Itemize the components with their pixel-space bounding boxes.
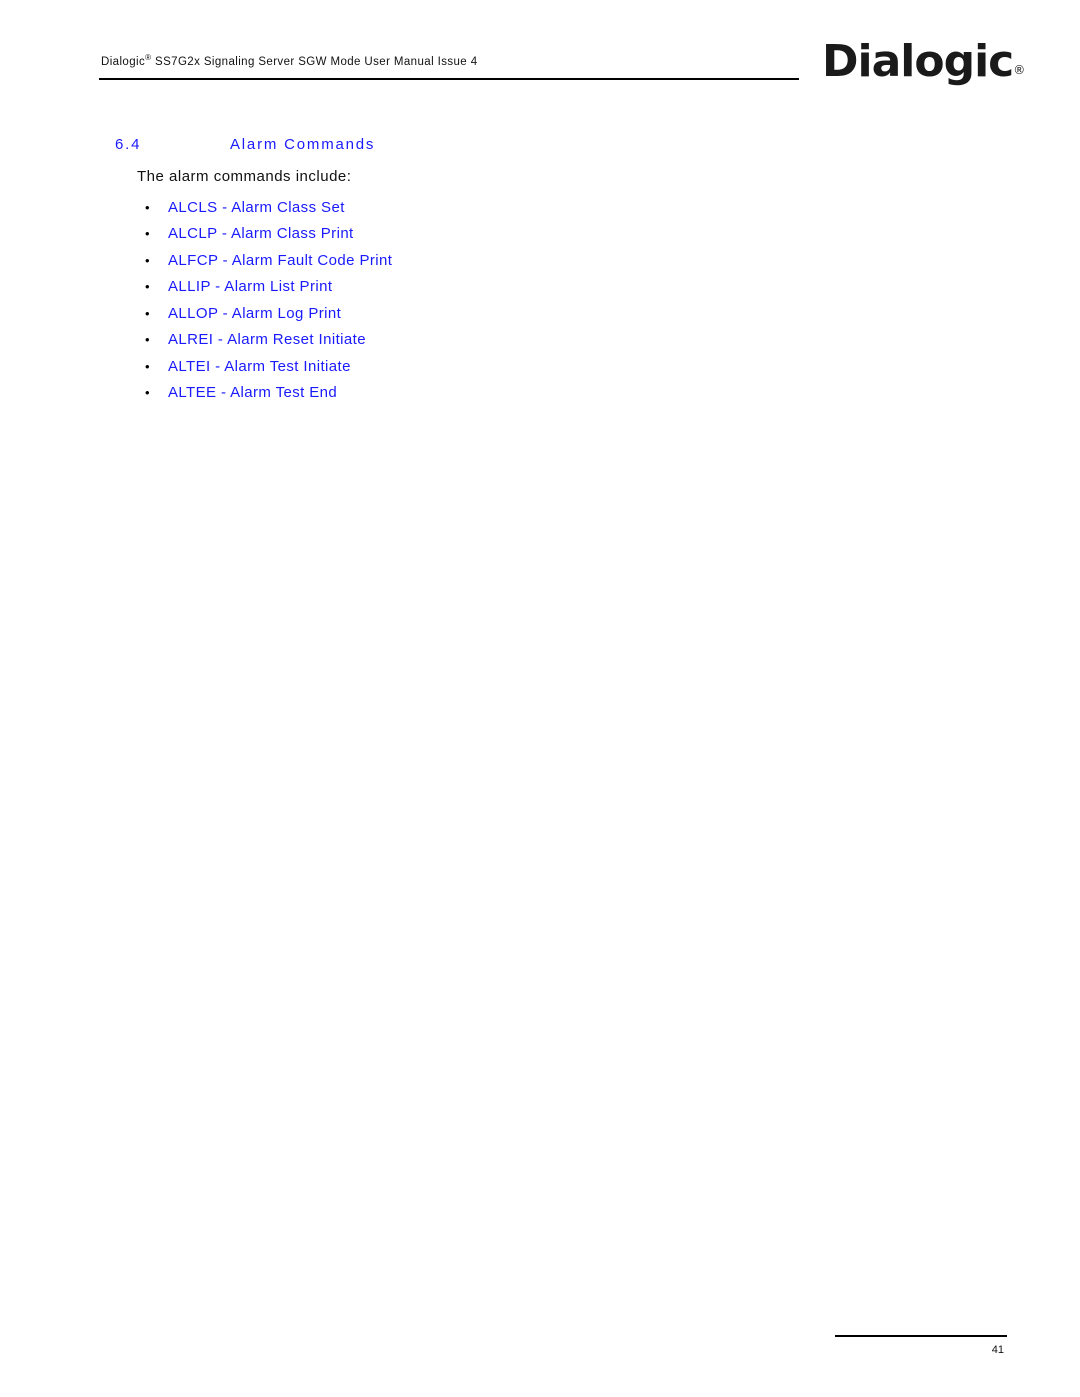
list-item: • ALCLS - Alarm Class Set	[145, 194, 392, 221]
bullet-icon: •	[145, 279, 150, 295]
list-item: • ALTEI - Alarm Test Initiate	[145, 353, 392, 380]
footer-rule	[835, 1335, 1007, 1337]
header-title: SS7G2x Signaling Server SGW Mode User Ma…	[151, 56, 478, 68]
list-item: • ALLIP - Alarm List Print	[145, 274, 392, 301]
bullet-icon: •	[145, 358, 150, 374]
page-number: 41	[991, 1344, 1004, 1356]
command-link-allip[interactable]: ALLIP - Alarm List Print	[168, 278, 332, 295]
dialogic-logo: Dialogic®	[822, 40, 1025, 84]
header-brand: Dialogic	[101, 56, 146, 68]
section-title: Alarm Commands	[230, 136, 376, 153]
command-link-altee[interactable]: ALTEE - Alarm Test End	[168, 384, 337, 401]
command-link-alclp[interactable]: ALCLP - Alarm Class Print	[168, 225, 354, 242]
list-item: • ALFCP - Alarm Fault Code Print	[145, 247, 392, 274]
list-item: • ALREI - Alarm Reset Initiate	[145, 327, 392, 354]
intro-text: The alarm commands include:	[137, 168, 352, 185]
bullet-icon: •	[145, 252, 150, 268]
command-list: • ALCLS - Alarm Class Set • ALCLP - Alarm …	[145, 194, 392, 406]
bullet-icon: •	[145, 332, 150, 348]
list-item: • ALLOP - Alarm Log Print	[145, 300, 392, 327]
command-link-alcls[interactable]: ALCLS - Alarm Class Set	[168, 199, 345, 216]
command-link-alfcp[interactable]: ALFCP - Alarm Fault Code Print	[168, 252, 392, 269]
list-item: • ALCLP - Alarm Class Print	[145, 221, 392, 248]
section-number: 6.4	[115, 136, 142, 153]
running-header: Dialogic® SS7G2x Signaling Server SGW Mo…	[101, 53, 478, 68]
command-link-allop[interactable]: ALLOP - Alarm Log Print	[168, 305, 341, 322]
bullet-icon: •	[145, 226, 150, 242]
bullet-icon: •	[145, 305, 150, 321]
command-link-alrei[interactable]: ALREI - Alarm Reset Initiate	[168, 331, 366, 348]
logo-registered-mark: ®	[1013, 63, 1026, 77]
bullet-icon: •	[145, 385, 150, 401]
command-link-altei[interactable]: ALTEI - Alarm Test Initiate	[168, 358, 351, 375]
list-item: • ALTEE - Alarm Test End	[145, 380, 392, 407]
header-rule	[99, 78, 799, 80]
bullet-icon: •	[145, 199, 150, 215]
logo-text: Dialogic	[822, 36, 1014, 87]
